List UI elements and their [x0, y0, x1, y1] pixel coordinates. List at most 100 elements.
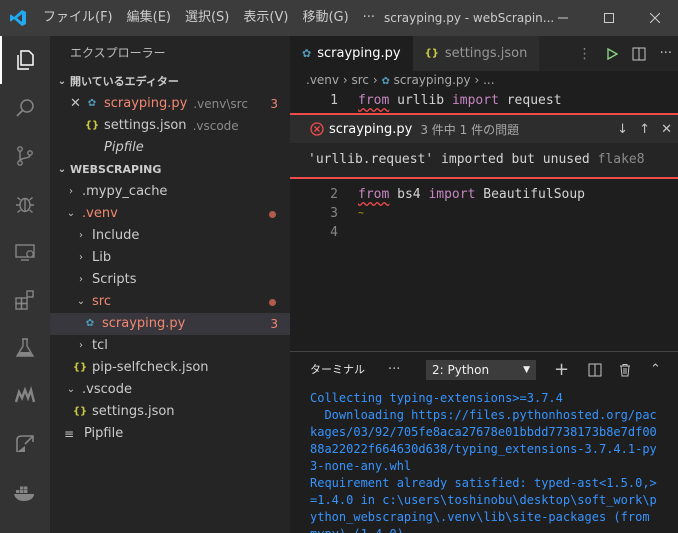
chevron-right-icon: ›	[474, 73, 484, 87]
python-file-icon: ✿	[87, 98, 97, 109]
add-terminal-icon[interactable]: +	[554, 352, 569, 388]
arrow-down-icon[interactable]: ↓	[617, 122, 628, 137]
split-terminal-icon[interactable]	[588, 363, 602, 377]
python-m-icon[interactable]	[0, 372, 50, 420]
tree-item-label: pip-selfcheck.json	[92, 360, 209, 375]
tab-scrayping[interactable]: ✿ scrayping.py	[290, 36, 413, 71]
open-editors-title: 開いているエディター	[70, 75, 179, 88]
editor-tabs: ✿ scrayping.py {} settings.json ⋮ ···	[290, 36, 678, 71]
json-file-icon: {}	[72, 362, 88, 373]
peek-header: scrayping.py 3 件中 1 件の問題 ↓ ↑ ✕	[290, 115, 678, 143]
problem-peek-widget: scrayping.py 3 件中 1 件の問題 ↓ ↑ ✕ 'urllib.r…	[290, 113, 678, 179]
file-path: .vscode	[192, 119, 239, 133]
python-file-icon: ✿	[85, 318, 95, 329]
terminal-output[interactable]: Collecting typing-extensions>=3.7.4 Down…	[290, 388, 678, 533]
explorer-icon[interactable]	[0, 36, 50, 84]
run-icon[interactable]	[606, 47, 618, 60]
open-editor-scrayping[interactable]: ✕ ✿ scrayping.py .venv\src 3	[50, 93, 290, 115]
workspace-header[interactable]: ⌄ WEBSCRAPING	[50, 159, 290, 181]
chevron-right-icon: ›	[79, 230, 83, 241]
editor-actions: ⋮ ···	[578, 36, 672, 71]
tree-item-label: .vscode	[82, 382, 132, 397]
tree-item-scripts[interactable]: › Scripts	[50, 269, 290, 291]
tab-label: scrayping.py	[317, 46, 401, 61]
open-editor-settings[interactable]: {} settings.json .vscode	[50, 115, 290, 137]
code-line: 3 ~	[290, 204, 678, 223]
tree-item-src[interactable]: ⌄ src	[50, 291, 290, 313]
terminal-panel: ターミナル ··· 2: Python ▼ + ⌃ Collecting typ…	[290, 351, 678, 533]
maximize-button[interactable]	[586, 0, 632, 36]
breadcrumb-item[interactable]: scrayping.py	[394, 73, 471, 87]
explorer-title: エクスプローラー	[70, 46, 166, 60]
code-text: from urllib import request	[358, 93, 562, 108]
line-number: 3	[330, 206, 338, 221]
vscode-logo-icon	[0, 0, 36, 36]
extensions-icon[interactable]	[0, 276, 50, 324]
terminal-select[interactable]: 2: Python ▼	[426, 360, 536, 380]
problem-count-badge: 3	[270, 97, 278, 111]
maximize-panel-icon[interactable]: ⌃	[650, 352, 661, 388]
docker-icon[interactable]	[0, 468, 50, 516]
workspace-title: WEBSCRAPING	[70, 163, 162, 176]
line-number: 2	[330, 187, 338, 202]
open-editors-header[interactable]: ⌄ 開いているエディター	[50, 71, 290, 93]
menu-go[interactable]: 移動(G)	[295, 0, 355, 36]
menu-selection[interactable]: 選択(S)	[178, 0, 236, 36]
split-editor-icon[interactable]	[632, 47, 646, 61]
activity-bar	[0, 36, 50, 533]
file-path: .venv\src	[193, 97, 248, 111]
chevron-down-icon: ⌄	[66, 384, 76, 395]
problem-source: flake8	[597, 152, 645, 167]
squiggle-marker: ~	[358, 208, 365, 219]
terminal-tab[interactable]: ターミナル	[290, 352, 365, 388]
peek-summary: 3 件中 1 件の問題	[420, 122, 520, 137]
close-icon[interactable]: ✕	[70, 93, 84, 115]
live-share-icon[interactable]	[0, 420, 50, 468]
trash-icon[interactable]	[618, 363, 632, 377]
code-line: 2 from bs4 import BeautifulSoup	[290, 185, 678, 204]
tree-item-settings[interactable]: {} settings.json	[50, 401, 290, 423]
tab-settings[interactable]: {} settings.json	[412, 36, 540, 71]
overflow-dots-icon[interactable]: ⋮	[578, 46, 592, 62]
breadcrumb-item[interactable]: ...	[483, 73, 494, 87]
debug-icon[interactable]	[0, 180, 50, 228]
breadcrumb-item[interactable]: .venv	[306, 73, 339, 87]
file-name: scrayping.py	[104, 96, 188, 111]
minimize-button[interactable]	[540, 0, 586, 36]
tree-item-lib[interactable]: › Lib	[50, 247, 290, 269]
python-file-icon: ✿	[381, 76, 390, 87]
tree-item-label: tcl	[92, 338, 108, 353]
tree-item-pip-selfcheck[interactable]: {} pip-selfcheck.json	[50, 357, 290, 379]
tree-item-tcl[interactable]: › tcl	[50, 335, 290, 357]
tree-item-venv[interactable]: ⌄ .venv	[50, 203, 290, 225]
menu-more[interactable]: ···	[356, 0, 382, 36]
menu-view[interactable]: 表示(V)	[236, 0, 295, 36]
search-icon[interactable]	[0, 84, 50, 132]
chevron-down-icon: ▼	[523, 365, 530, 375]
tab-label: settings.json	[444, 46, 528, 61]
tree-item-mypy-cache[interactable]: › .mypy_cache	[50, 181, 290, 203]
chevron-down-icon: ⌄	[76, 296, 86, 307]
tree-item-label: settings.json	[92, 404, 175, 419]
error-dot	[269, 299, 276, 306]
tree-item-label: .mypy_cache	[82, 184, 168, 199]
remote-explorer-icon[interactable]	[0, 228, 50, 276]
tree-item-vscode[interactable]: ⌄ .vscode	[50, 379, 290, 401]
tree-item-pipfile[interactable]: ≡ Pipfile	[50, 423, 290, 445]
json-file-icon: {}	[72, 406, 88, 417]
breadcrumb-item[interactable]: src	[351, 73, 369, 87]
tree-item-scrayping[interactable]: ✿ scrayping.py 3	[50, 313, 290, 335]
testing-flask-icon[interactable]	[0, 324, 50, 372]
arrow-up-icon[interactable]: ↑	[639, 122, 650, 137]
code-editor[interactable]: 1 from urllib import request scrayping.p…	[290, 91, 678, 351]
open-editor-pipfile[interactable]: Pipfile	[50, 137, 290, 159]
close-icon[interactable]: ✕	[661, 122, 672, 137]
menu-file[interactable]: ファイル(F)	[36, 0, 120, 36]
window-title: scrayping.py - webScrapin...	[384, 11, 555, 25]
tree-item-include[interactable]: › Include	[50, 225, 290, 247]
source-control-icon[interactable]	[0, 132, 50, 180]
more-actions-icon[interactable]: ···	[388, 352, 400, 388]
more-actions-icon[interactable]: ···	[660, 46, 672, 61]
menu-edit[interactable]: 編集(E)	[120, 0, 178, 36]
close-window-button[interactable]	[632, 0, 678, 36]
